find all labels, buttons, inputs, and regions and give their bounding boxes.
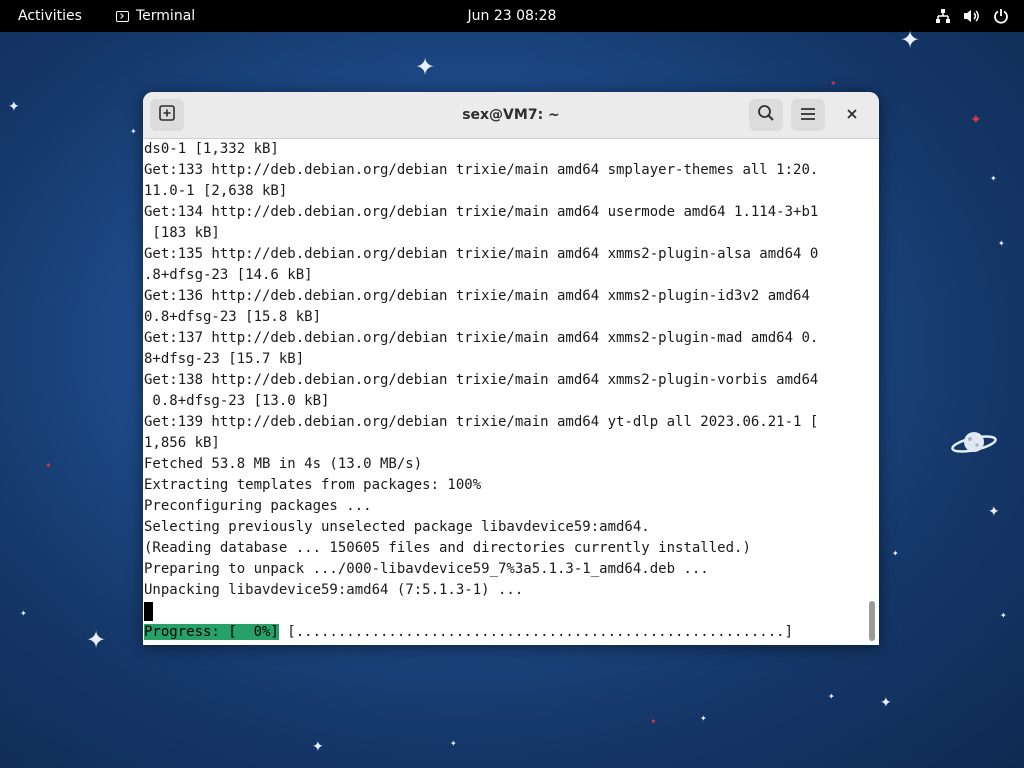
star-decoration: ✦ <box>45 461 52 470</box>
terminal-line: Get:138 http://deb.debian.org/debian tri… <box>144 372 819 388</box>
star-decoration: ✦ <box>892 549 899 558</box>
star-decoration: ✦ <box>828 692 835 701</box>
terminal-line: [183 kB] <box>144 225 220 241</box>
terminal-line: Unpacking libavdevice59:amd64 (7:5.1.3-1… <box>144 582 524 598</box>
terminal-line: 11.0-1 [2,638 kB] <box>144 183 288 199</box>
star-decoration: ✦ <box>130 127 137 136</box>
search-icon <box>757 104 775 126</box>
terminal-line: 1,856 kB] <box>144 435 220 451</box>
search-button[interactable] <box>749 99 783 131</box>
terminal-line: Get:135 http://deb.debian.org/debian tri… <box>144 246 819 262</box>
star-decoration: ✦ <box>20 609 27 618</box>
terminal-line: Get:136 http://deb.debian.org/debian tri… <box>144 288 810 304</box>
terminal-line: 0.8+dfsg-23 [13.0 kB] <box>144 393 330 409</box>
terminal-line: Get:134 http://deb.debian.org/debian tri… <box>144 204 819 220</box>
star-decoration: ✦ <box>700 714 707 723</box>
star-decoration: ✦ <box>900 26 921 54</box>
star-decoration: ✦ <box>450 739 457 748</box>
hamburger-menu-icon <box>800 106 816 125</box>
terminal-app-icon <box>116 10 129 22</box>
new-tab-button[interactable] <box>150 99 184 131</box>
main-menu-button[interactable] <box>791 99 825 131</box>
star-decoration: ✦ <box>830 79 837 88</box>
volume-icon[interactable] <box>963 7 981 25</box>
terminal-window: sex@VM7: ~ ds0-1 [1,332 kB] Get:133 http… <box>143 92 879 645</box>
clock-button[interactable]: Jun 23 08:28 <box>468 8 557 24</box>
star-decoration: ✦ <box>988 504 1000 520</box>
system-tray[interactable] <box>934 0 1010 32</box>
terminal-line: Extracting templates from packages: 100% <box>144 477 482 493</box>
close-icon <box>847 107 857 123</box>
text-cursor <box>144 601 153 621</box>
star-decoration: ✦ <box>650 717 657 726</box>
close-button[interactable] <box>841 104 863 126</box>
star-decoration: ✦ <box>312 739 324 755</box>
activities-button[interactable]: Activities <box>18 0 82 32</box>
power-icon[interactable] <box>992 7 1010 25</box>
terminal-line: 0.8+dfsg-23 [15.8 kB] <box>144 309 322 325</box>
network-icon[interactable] <box>934 7 952 25</box>
terminal-line: Get:139 http://deb.debian.org/debian tri… <box>144 414 819 430</box>
star-decoration: ✦ <box>880 695 892 711</box>
terminal-line: Preconfiguring packages ... <box>144 498 372 514</box>
star-decoration: ✦ <box>990 174 997 183</box>
star-decoration: ✦ <box>8 99 20 115</box>
progress-line: Progress: [ 0%] [.......................… <box>143 622 865 643</box>
progress-label: Progress: [ 0%] <box>144 624 279 640</box>
star-decoration: ✦ <box>415 53 436 81</box>
terminal-output[interactable]: ds0-1 [1,332 kB] Get:133 http://deb.debi… <box>143 139 865 645</box>
terminal-line: 8+dfsg-23 [15.7 kB] <box>144 351 305 367</box>
star-decoration: ✦ <box>970 112 982 128</box>
terminal-line: Get:133 http://deb.debian.org/debian tri… <box>144 162 819 178</box>
window-headerbar[interactable]: sex@VM7: ~ <box>143 92 879 139</box>
star-decoration: ✦ <box>998 239 1005 248</box>
terminal-line: .8+dfsg-23 [14.6 kB] <box>144 267 313 283</box>
cursor-line <box>143 601 865 622</box>
scrollbar-thumb[interactable] <box>869 601 875 641</box>
star-decoration: ✦ <box>1000 611 1007 620</box>
app-menu-label: Terminal <box>136 8 196 24</box>
app-menu-button[interactable]: Terminal <box>116 0 195 32</box>
new-tab-icon <box>159 105 175 125</box>
planet-decoration <box>951 432 997 453</box>
star-decoration: ✦ <box>86 626 107 654</box>
terminal-line: ds0-1 [1,332 kB] <box>144 141 279 157</box>
terminal-line: Selecting previously unselected package … <box>144 519 650 535</box>
terminal-scrollbar[interactable] <box>865 139 879 645</box>
terminal-line: (Reading database ... 150605 files and d… <box>144 540 751 556</box>
top-bar: Activities Terminal Jun 23 08:28 <box>0 0 1024 32</box>
terminal-line: Preparing to unpack .../000-libavdevice5… <box>144 561 709 577</box>
terminal-line: Get:137 http://deb.debian.org/debian tri… <box>144 330 819 346</box>
terminal-line: Fetched 53.8 MB in 4s (13.0 MB/s) <box>144 456 423 472</box>
progress-bar-text: [.......................................… <box>278 624 794 640</box>
